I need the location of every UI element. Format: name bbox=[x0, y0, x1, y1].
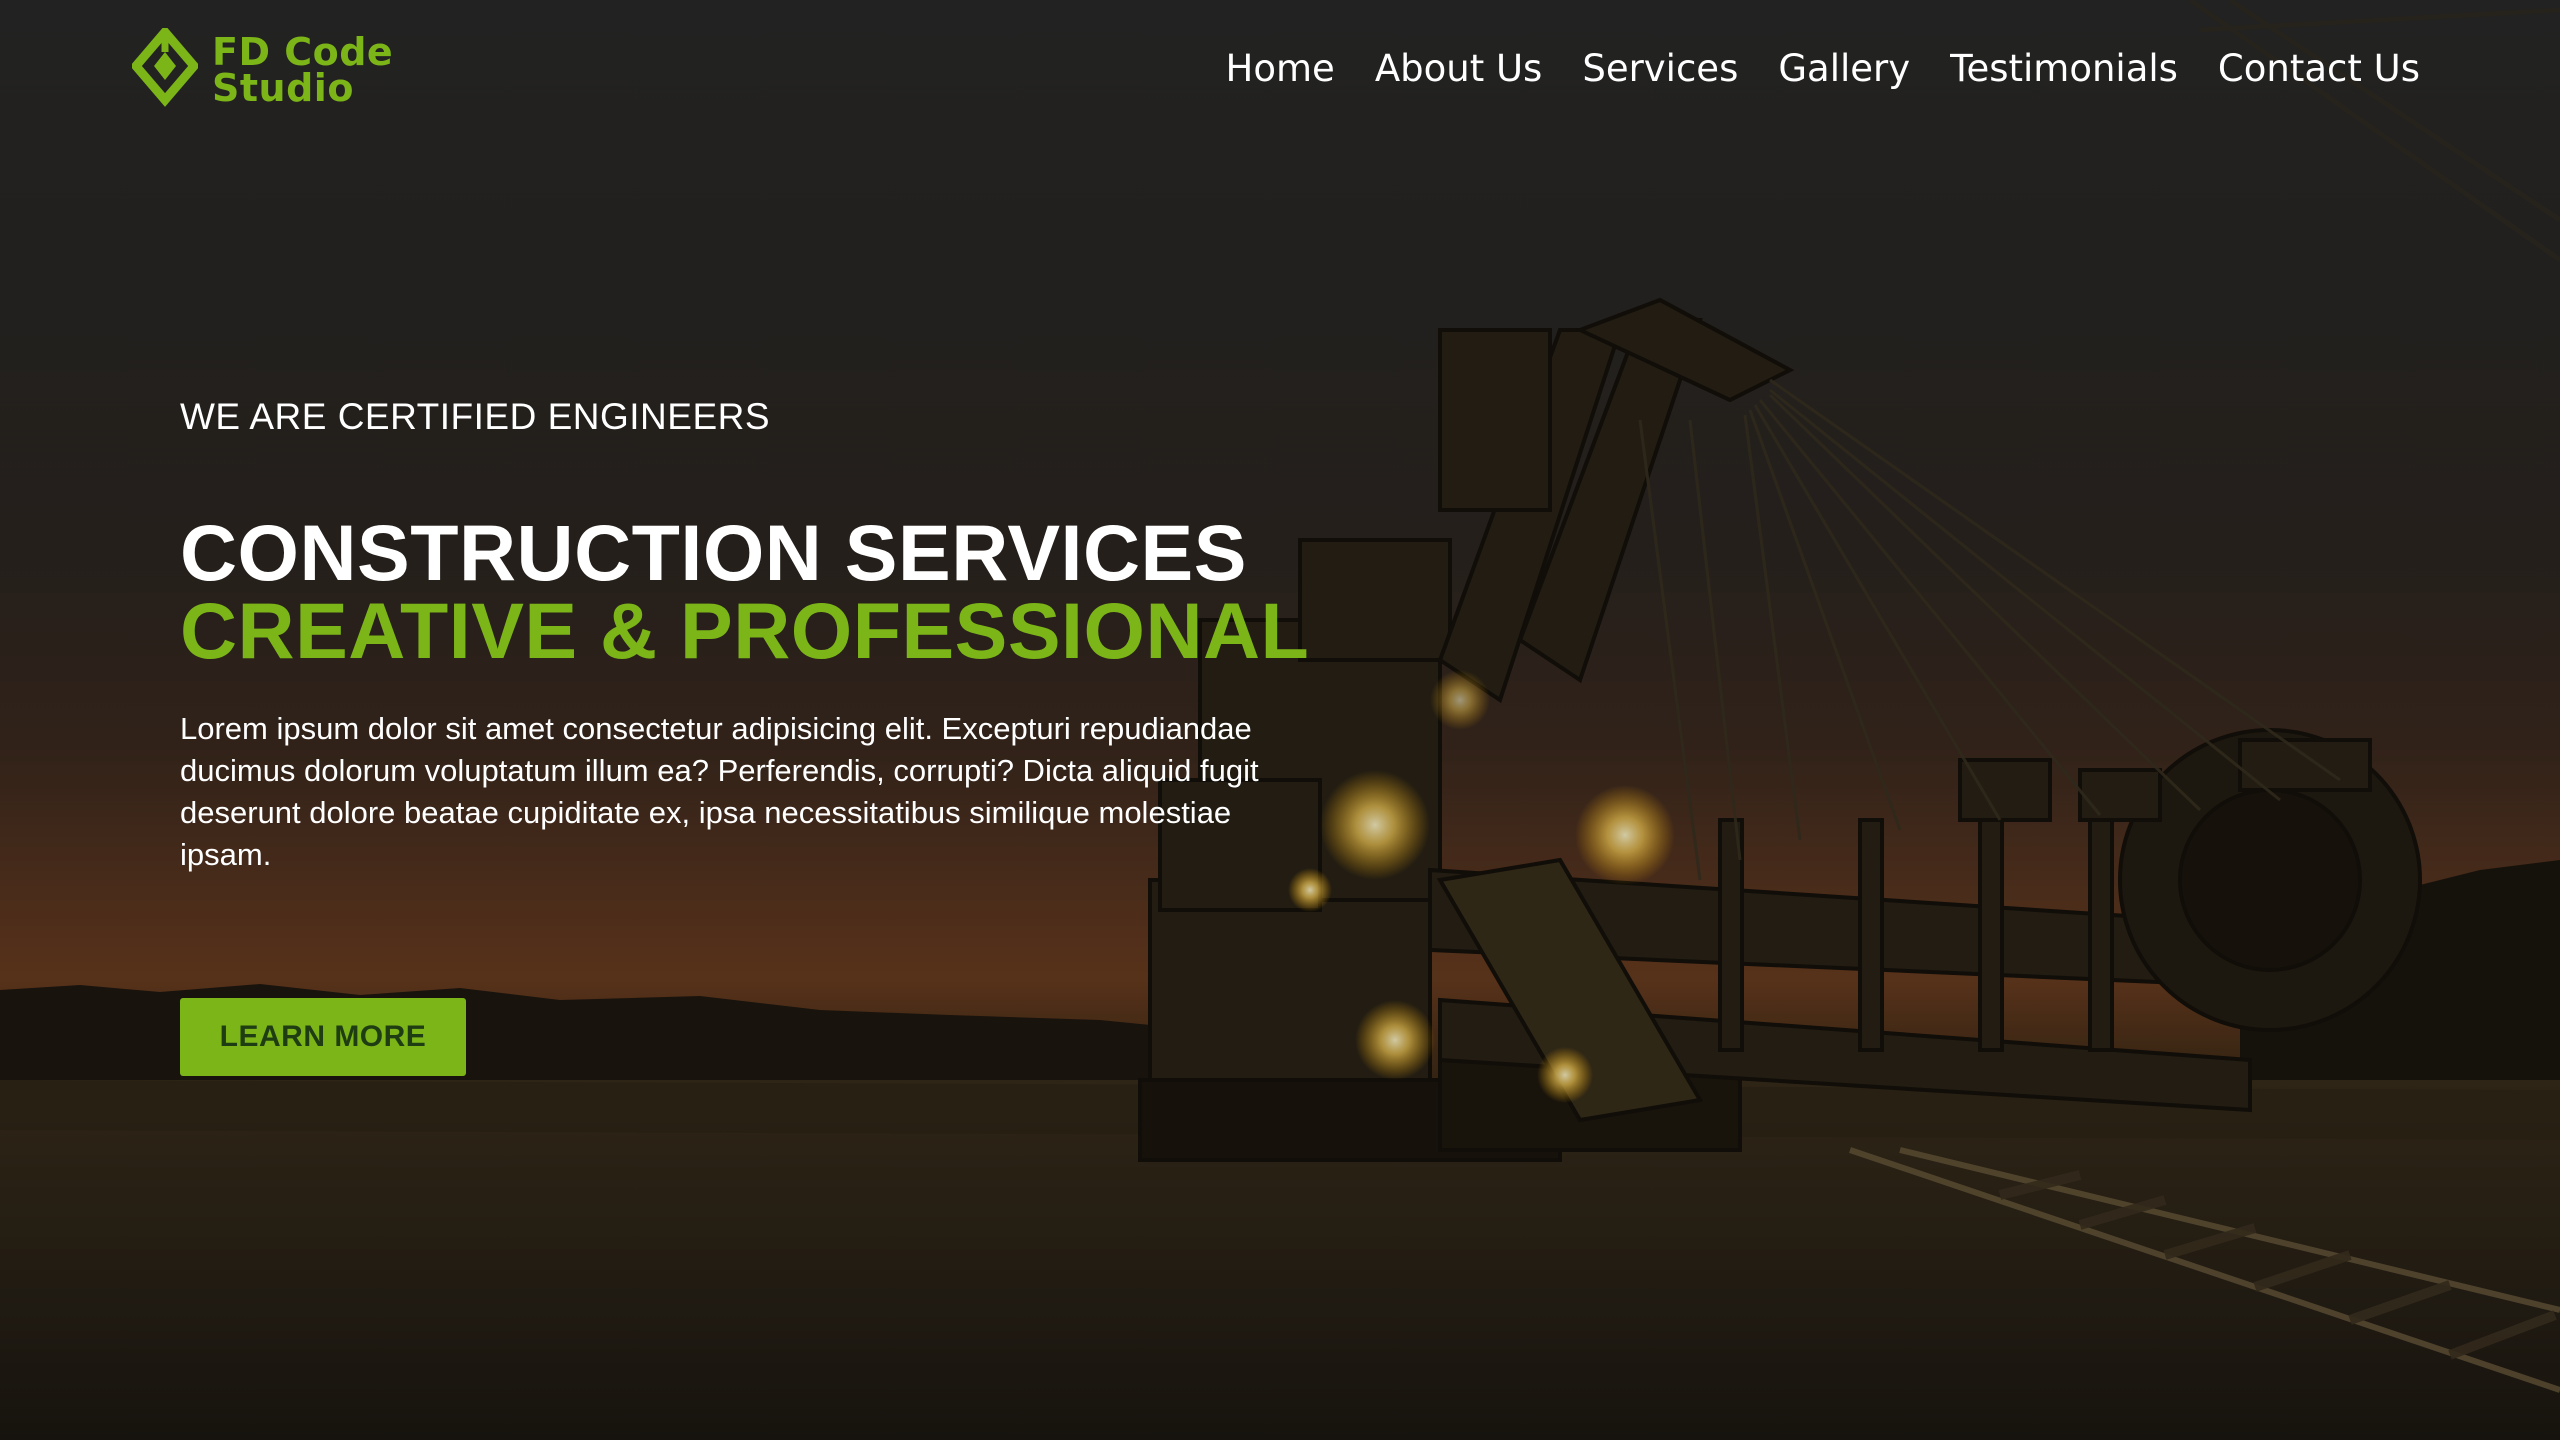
hero-description: Lorem ipsum dolor sit amet consectetur a… bbox=[180, 711, 1259, 872]
nav-item-about: About Us bbox=[1375, 44, 1543, 94]
brand-logo[interactable]: FD Code Studio bbox=[132, 28, 393, 112]
nav-link-services[interactable]: Services bbox=[1582, 44, 1738, 94]
nav-item-services: Services bbox=[1582, 44, 1738, 94]
brand-name: FD Code Studio bbox=[212, 30, 394, 110]
hero-headline-line2: CREATIVE & PROFESSIONAL bbox=[180, 586, 1310, 675]
nav-item-gallery: Gallery bbox=[1778, 44, 1910, 94]
hero-section: FD Code Studio Home About Us Services Ga… bbox=[0, 0, 2560, 1440]
hero-headline-line1: CONSTRUCTION SERVICES bbox=[180, 508, 1247, 597]
nav-link-about-us[interactable]: About Us bbox=[1375, 44, 1543, 94]
main-nav: Home About Us Services Gallery Testimoni… bbox=[1226, 44, 2420, 94]
hero-eyebrow: WE ARE CERTIFIED ENGINEERS bbox=[180, 396, 771, 437]
nav-item-contact: Contact Us bbox=[2218, 44, 2420, 94]
diamond-logo-icon bbox=[132, 28, 198, 107]
nav-link-home[interactable]: Home bbox=[1226, 44, 1335, 94]
nav-item-home: Home bbox=[1226, 44, 1335, 94]
hero-headline: CONSTRUCTION SERVICES CREATIVE & PROFESS… bbox=[180, 508, 1340, 675]
nav-link-gallery[interactable]: Gallery bbox=[1778, 44, 1910, 94]
nav-item-testimonials: Testimonials bbox=[1950, 44, 2178, 94]
nav-link-testimonials[interactable]: Testimonials bbox=[1950, 44, 2178, 94]
brand-name-line2: Studio bbox=[212, 66, 354, 110]
learn-more-button[interactable]: LEARN MORE bbox=[180, 998, 466, 1076]
nav-link-contact-us[interactable]: Contact Us bbox=[2218, 44, 2420, 94]
brand-name-line1: FD Code bbox=[212, 30, 394, 74]
navbar: FD Code Studio Home About Us Services Ga… bbox=[0, 0, 2560, 140]
hero-content: WE ARE CERTIFIED ENGINEERS CONSTRUCTION … bbox=[180, 392, 1340, 1076]
